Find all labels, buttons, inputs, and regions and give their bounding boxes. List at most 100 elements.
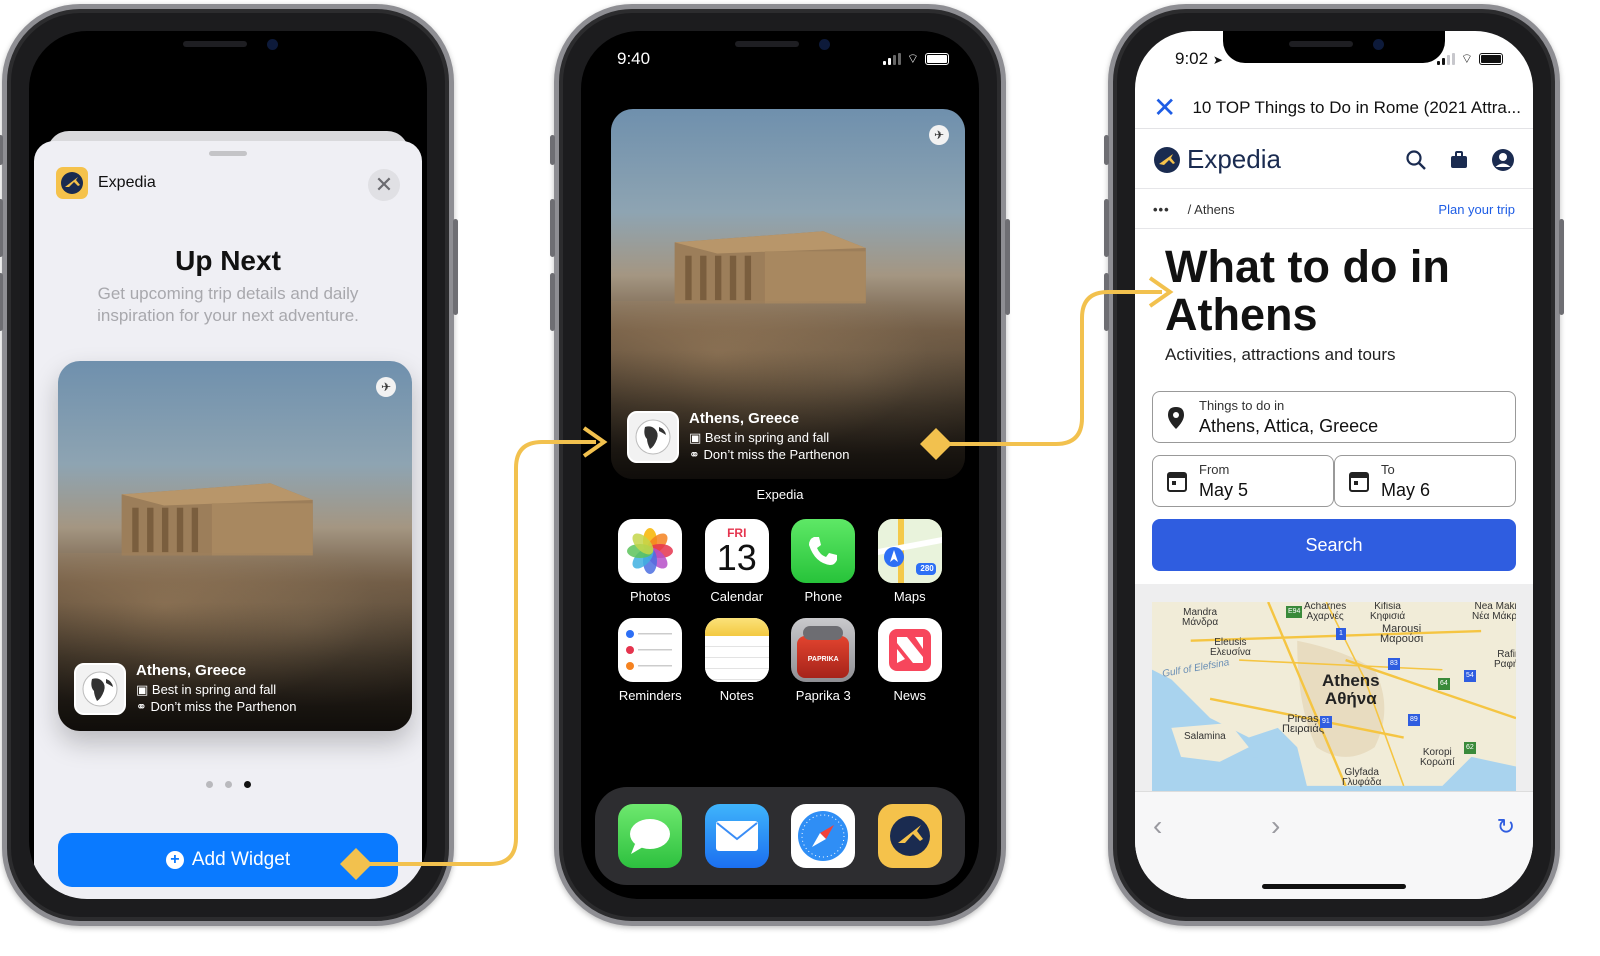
side-button	[453, 219, 458, 315]
page-indicator[interactable]	[34, 781, 422, 788]
destination-label: Things to do in	[1199, 398, 1285, 413]
battery-icon	[1479, 53, 1503, 65]
briefcase-icon[interactable]	[1449, 150, 1469, 170]
location-pin-icon	[1168, 407, 1184, 429]
app-calendar[interactable]: FRI 13 Calendar	[694, 519, 781, 604]
app-label: Calendar	[710, 589, 764, 604]
page-dot-active	[243, 781, 251, 788]
map-label: Nea Makri Νέα Μάκρη	[1472, 602, 1516, 622]
road-shield: 91	[1320, 716, 1332, 728]
road-shield: 89	[1408, 714, 1420, 726]
app-messages[interactable]	[618, 804, 683, 868]
app-safari[interactable]	[791, 804, 856, 868]
card-info: Athens, Greece ▣ Best in spring and fall…	[74, 662, 296, 715]
photos-icon	[618, 519, 683, 583]
location-arrow-icon: ➤	[1212, 53, 1223, 67]
close-button[interactable]: ✕	[368, 169, 400, 201]
app-label: Photos	[630, 589, 671, 604]
close-icon[interactable]: ✕	[1153, 93, 1176, 122]
app-news[interactable]: News	[867, 618, 954, 703]
map-label: Glyfada Γλυφάδα	[1342, 767, 1382, 788]
search-button[interactable]: Search	[1152, 519, 1516, 571]
page-heading: What to do in Athens	[1165, 241, 1450, 340]
app-mail[interactable]	[704, 804, 769, 868]
map-label: Salamina	[1184, 731, 1226, 742]
app-notes[interactable]: Notes	[694, 618, 781, 703]
to-value: May 6	[1381, 480, 1431, 500]
status-time: 9:02 ➤	[1175, 49, 1223, 68]
add-widget-label: Add Widget	[191, 849, 291, 870]
app-expedia[interactable]	[877, 804, 942, 868]
plan-your-trip-link[interactable]: Plan your trip	[1438, 202, 1515, 217]
side-button	[1005, 219, 1010, 315]
reminders-icon	[618, 618, 683, 682]
calendar-icon: FRI 13	[704, 519, 769, 583]
road-shield: 62	[1464, 742, 1476, 754]
destination-field[interactable]: Things to do in Athens, Attica, Greece	[1152, 391, 1516, 443]
map-label: Acharnes Αχαρνές	[1304, 602, 1347, 622]
binoculars-icon: ⚭	[689, 447, 704, 462]
maps-icon: 280	[877, 519, 942, 583]
widget-label: Expedia	[756, 487, 804, 502]
app-phone[interactable]: Phone	[780, 519, 867, 604]
silent-switch	[0, 135, 3, 165]
battery-icon	[925, 53, 949, 65]
breadcrumb: ••• / Athens Plan your trip	[1135, 191, 1533, 229]
add-widget-button[interactable]: + Add Widget	[58, 833, 398, 887]
volume-down-button	[550, 273, 555, 331]
back-chevron-icon[interactable]: ‹	[1153, 810, 1162, 842]
calendar-date: 13	[716, 537, 757, 578]
plane-icon: ✈	[376, 377, 396, 397]
sheet-grabber[interactable]	[209, 151, 247, 156]
widget-app-header: Expedia	[56, 167, 156, 199]
athens-map[interactable]: Mandra Μάνδρα Eleusis Ελευσίνα Gulf of E…	[1152, 602, 1516, 792]
forward-chevron-icon[interactable]: ›	[1271, 810, 1280, 842]
silent-switch	[1104, 135, 1109, 165]
app-photos[interactable]: Photos	[607, 519, 694, 604]
reload-icon[interactable]: ↻	[1497, 814, 1515, 840]
side-button	[1559, 219, 1564, 315]
search-icon[interactable]	[1405, 149, 1427, 171]
card-line-tip: Don’t miss the Parthenon	[150, 699, 297, 714]
map-section: Mandra Μάνδρα Eleusis Ελευσίνα Gulf of E…	[1135, 584, 1533, 814]
expedia-icon	[877, 804, 942, 868]
status-bar: 9:40 ⌔	[617, 49, 949, 69]
browser-page-title: 10 TOP Things to Do in Rome (2021 Attra.…	[1192, 97, 1522, 117]
status-bar: 9:02 ➤ ⌔	[1175, 49, 1503, 69]
from-date-field[interactable]: From May 5	[1152, 455, 1334, 507]
app-paprika[interactable]: PAPRIKA Paprika 3	[780, 618, 867, 703]
plane-icon: ✈	[929, 125, 949, 145]
widget-app-name: Expedia	[98, 174, 156, 191]
app-reminders[interactable]: Reminders	[607, 618, 694, 703]
map-label: Marousi Μαρούσι	[1380, 623, 1424, 645]
app-grid: Photos FRI 13 Calendar Phone 280 Maps Re…	[607, 519, 953, 703]
paprika-icon: PAPRIKA	[791, 618, 856, 682]
to-date-field[interactable]: To May 6	[1334, 455, 1516, 507]
status-time: 9:40	[617, 49, 651, 68]
card-line-tip: Don’t miss the Parthenon	[703, 447, 850, 462]
account-icon[interactable]	[1491, 148, 1515, 172]
expedia-home-widget[interactable]: ✈ Athens, Greece ▣ Best in spring and fa…	[611, 109, 965, 479]
binoculars-icon: ⚭	[136, 699, 151, 714]
map-label-athens: Athens Αθήνα	[1322, 671, 1380, 708]
widget-preview-card[interactable]: ✈ Athens, Greece ▣ Best in spring and fa…	[58, 361, 412, 731]
expedia-logo[interactable]: Expedia	[1153, 144, 1281, 175]
app-maps[interactable]: 280 Maps	[867, 519, 954, 604]
screen: 9:02 ➤ ⌔ ✕ 10 TOP Things to Do in Rome (…	[1135, 31, 1533, 899]
app-label: Notes	[719, 688, 754, 703]
road-shield: E94	[1286, 606, 1303, 618]
mail-icon	[704, 804, 769, 868]
screen: Expedia ✕ Up Next Get upcoming trip deta…	[29, 31, 427, 899]
destination-value: Athens, Attica, Greece	[1199, 416, 1379, 436]
brand-name: Expedia	[1187, 144, 1281, 174]
app-label: Phone	[804, 589, 843, 604]
road-shield: 54	[1464, 670, 1476, 682]
globe-icon	[74, 662, 126, 715]
browser-toolbar: ‹ › ↻	[1135, 791, 1533, 899]
page-dot	[224, 781, 232, 788]
messages-icon	[618, 804, 683, 868]
silent-switch	[550, 135, 555, 165]
breadcrumb-current[interactable]: / Athens	[1188, 202, 1235, 217]
breadcrumb-more[interactable]: •••	[1153, 202, 1170, 217]
maps-badge: 280	[920, 564, 934, 573]
